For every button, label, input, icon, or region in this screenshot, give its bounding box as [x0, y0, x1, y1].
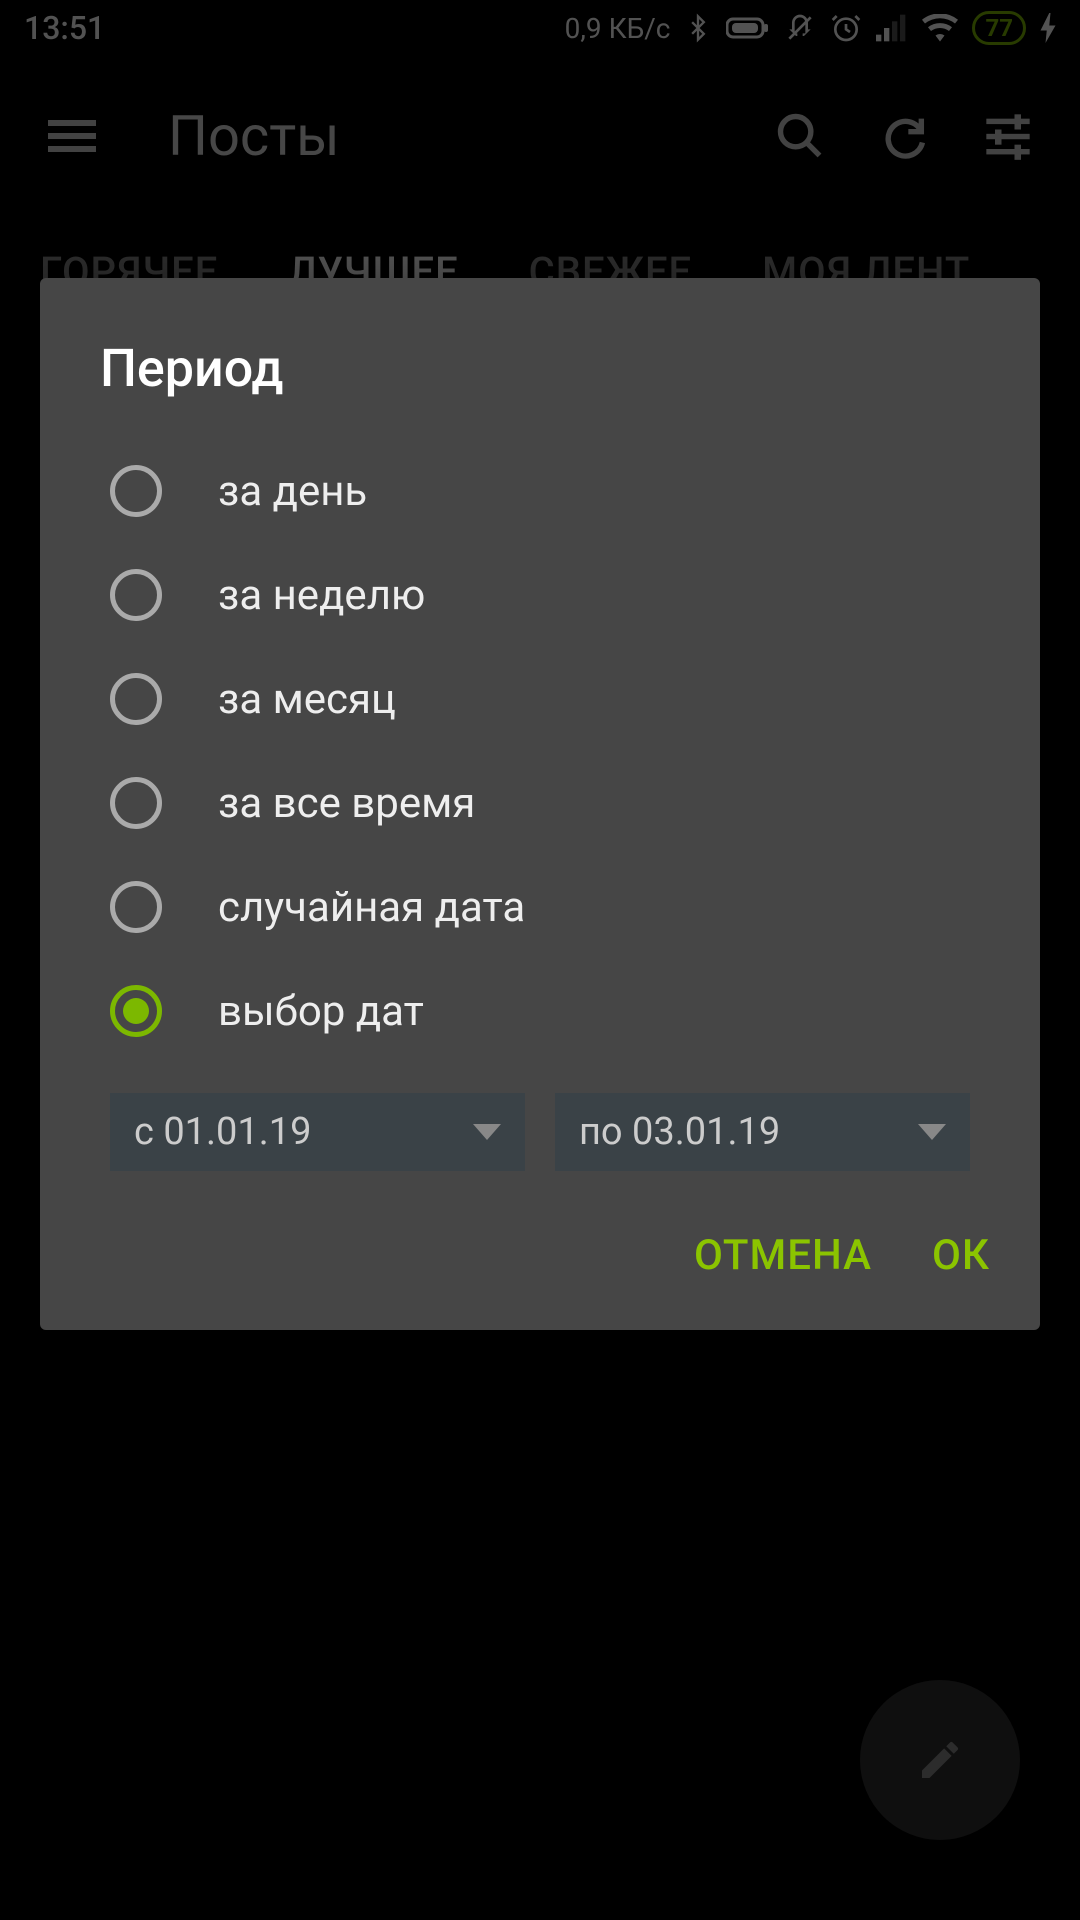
dropdown-icon — [473, 1124, 501, 1140]
radio-label: за все время — [218, 779, 475, 828]
period-option-random[interactable]: случайная дата — [40, 855, 1040, 959]
date-range-row: с 01.01.19 по 03.01.19 — [40, 1063, 1040, 1191]
radio-icon — [110, 569, 162, 621]
date-to-picker[interactable]: по 03.01.19 — [555, 1093, 970, 1171]
radio-icon — [110, 465, 162, 517]
radio-icon — [110, 881, 162, 933]
radio-icon — [110, 985, 162, 1037]
date-to-label: по 03.01.19 — [579, 1110, 780, 1154]
radio-icon — [110, 777, 162, 829]
ok-button[interactable]: ОК — [932, 1231, 990, 1280]
period-option-month[interactable]: за месяц — [40, 647, 1040, 751]
radio-label: выбор дат — [218, 987, 424, 1036]
period-option-week[interactable]: за неделю — [40, 543, 1040, 647]
radio-label: случайная дата — [218, 883, 525, 932]
period-option-alltime[interactable]: за все время — [40, 751, 1040, 855]
cancel-button[interactable]: ОТМЕНА — [694, 1231, 872, 1280]
radio-label: за день — [218, 467, 367, 516]
radio-label: за месяц — [218, 675, 396, 724]
period-option-day[interactable]: за день — [40, 439, 1040, 543]
radio-label: за неделю — [218, 571, 425, 620]
period-dialog: Период за день за неделю за месяц за все… — [40, 278, 1040, 1330]
dialog-actions: ОТМЕНА ОК — [40, 1191, 1040, 1300]
date-from-picker[interactable]: с 01.01.19 — [110, 1093, 525, 1171]
period-option-custom[interactable]: выбор дат — [40, 959, 1040, 1063]
date-from-label: с 01.01.19 — [134, 1110, 312, 1154]
dropdown-icon — [918, 1124, 946, 1140]
dialog-title: Период — [40, 338, 1040, 439]
radio-icon — [110, 673, 162, 725]
